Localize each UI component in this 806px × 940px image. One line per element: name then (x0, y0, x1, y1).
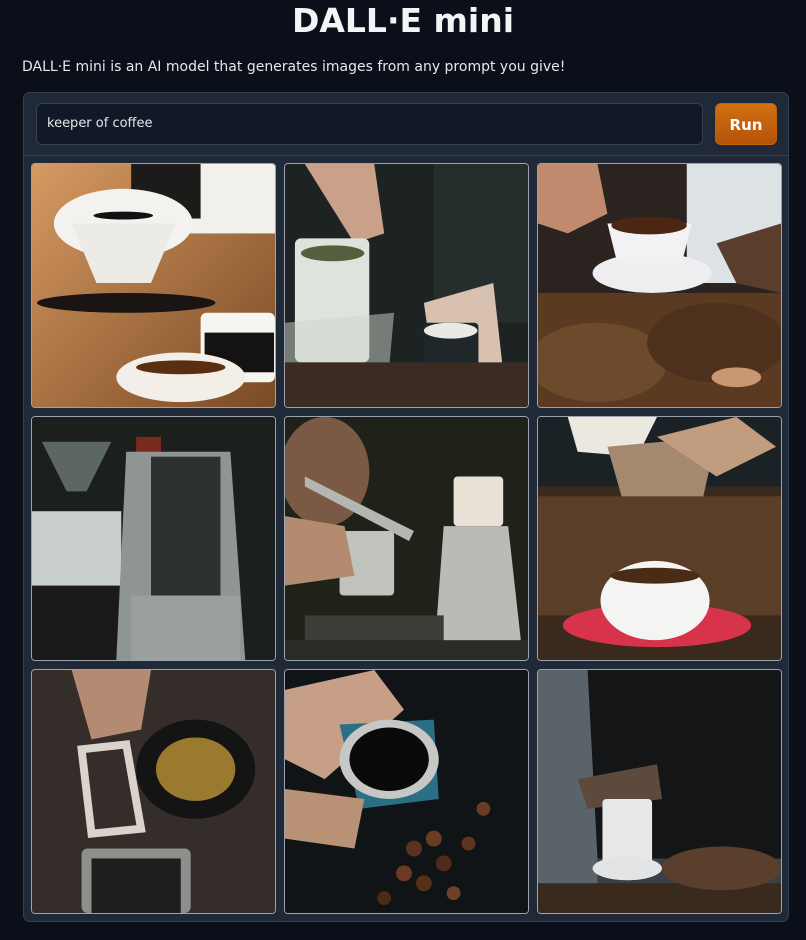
run-button[interactable]: Run (715, 103, 777, 145)
page-description: DALL·E mini is an AI model that generate… (22, 59, 566, 75)
coffee-image-9[interactable] (537, 669, 782, 914)
coffee-image-1[interactable] (31, 163, 276, 408)
prompt-row: keeper of coffee Run (24, 93, 788, 156)
prompt-input[interactable]: keeper of coffee (36, 103, 703, 145)
coffee-image-7[interactable] (31, 669, 276, 914)
coffee-image-6[interactable] (537, 416, 782, 661)
coffee-image-5[interactable] (284, 416, 529, 661)
page-title: DALL·E mini (291, 1, 515, 40)
image-gallery (31, 163, 783, 915)
coffee-image-8[interactable] (284, 669, 529, 914)
coffee-image-3[interactable] (537, 163, 782, 408)
generator-panel: keeper of coffee Run (23, 92, 789, 922)
coffee-image-2[interactable] (284, 163, 529, 408)
coffee-image-4[interactable] (31, 416, 276, 661)
